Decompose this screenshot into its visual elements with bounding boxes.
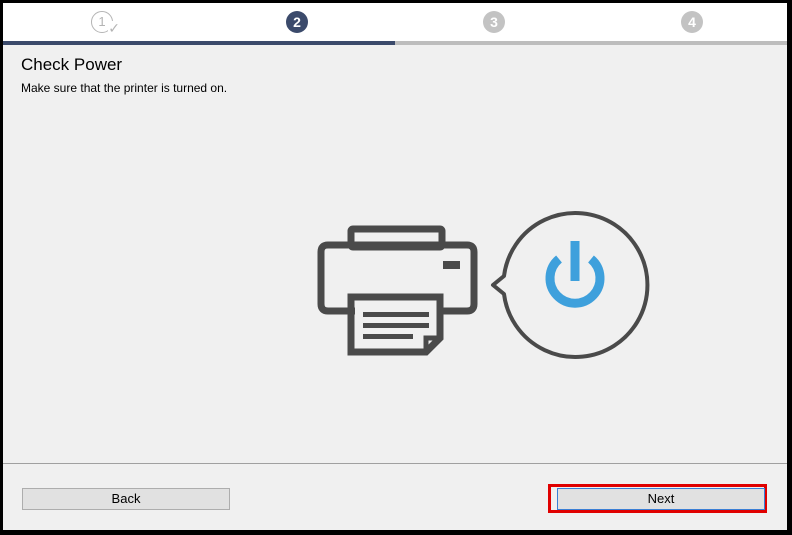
printer-status-light	[443, 261, 460, 269]
step-2-current: 2	[286, 11, 308, 33]
printer-power-illustration	[317, 211, 650, 359]
next-button[interactable]: Next	[557, 488, 765, 510]
step-4-label: 4	[688, 14, 696, 30]
progress-fill	[3, 41, 395, 45]
page-description: Make sure that the printer is turned on.	[21, 81, 228, 95]
step-3-todo: 3	[483, 11, 505, 33]
step-1-done: 1 ✓	[91, 11, 120, 35]
step-3-label: 3	[490, 14, 498, 30]
progress-bar	[3, 41, 787, 45]
step-2-label: 2	[293, 14, 301, 30]
power-icon	[545, 241, 605, 308]
checkmark-icon: ✓	[108, 20, 120, 36]
step-indicator: 1 ✓ 2 3 4	[3, 3, 787, 45]
back-button[interactable]: Back	[22, 488, 230, 510]
printer-icon	[317, 225, 478, 356]
step-4-todo: 4	[681, 11, 703, 33]
step-1-label: 1	[98, 14, 106, 29]
speech-bubble-icon	[491, 211, 650, 359]
footer-divider	[3, 463, 787, 464]
setup-window: 1 ✓ 2 3 4 Check Power Make sure that the…	[3, 3, 787, 530]
page-title: Check Power	[21, 55, 123, 74]
paper-lines	[363, 312, 429, 339]
